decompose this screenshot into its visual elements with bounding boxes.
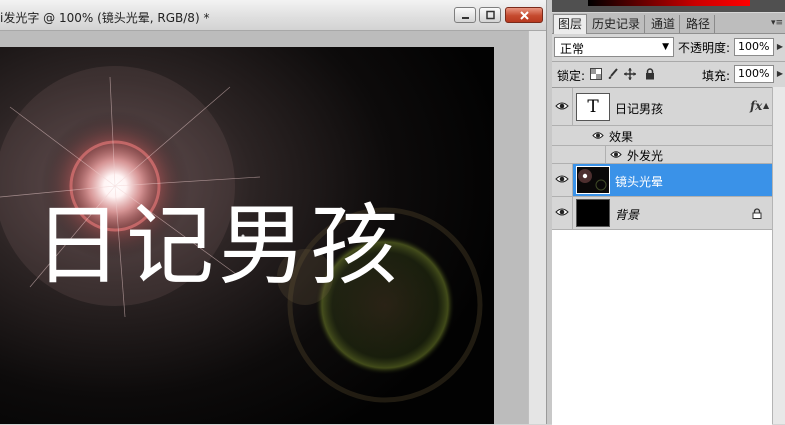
- lock-transparency-icon[interactable]: [590, 68, 602, 80]
- layers-scrollbar[interactable]: [772, 87, 785, 424]
- layers-list: T 日记男孩 fx ▲ 效果 外发光 镜头光晕 背景: [552, 87, 772, 425]
- opacity-slider-arrow-icon[interactable]: ▶: [775, 38, 785, 56]
- tab-history[interactable]: 历史记录: [588, 15, 646, 33]
- expand-effects-icon[interactable]: ▲: [763, 101, 769, 110]
- panel-tabs: 图层 历史记录 通道 路径 ▾≡: [552, 13, 785, 34]
- effect-row-outer-glow[interactable]: 外发光: [552, 146, 772, 164]
- color-ramp[interactable]: [588, 0, 750, 6]
- opacity-input[interactable]: 100%: [734, 38, 774, 56]
- maximize-button[interactable]: [479, 7, 501, 23]
- eye-icon: [555, 175, 569, 183]
- close-button[interactable]: [505, 7, 543, 23]
- blend-mode-select[interactable]: 正常 ▼: [554, 37, 674, 57]
- eye-icon: [555, 208, 569, 216]
- tab-layers[interactable]: 图层: [553, 14, 588, 34]
- lock-row: 锁定: 填充: 100% ▶: [552, 63, 785, 85]
- eye-icon[interactable]: [592, 131, 604, 140]
- chevron-down-icon: ▼: [662, 42, 669, 52]
- layer-thumbnail: [576, 199, 610, 227]
- fill-slider-arrow-icon[interactable]: ▶: [775, 65, 785, 83]
- document-titlebar[interactable]: i发光字 @ 100% (镜头光晕, RGB/8) *: [0, 0, 546, 31]
- opacity-label: 不透明度:: [678, 41, 731, 55]
- layer-name[interactable]: 背景: [615, 206, 639, 223]
- document-scrollbar[interactable]: [528, 31, 547, 424]
- layer-row-lens-flare[interactable]: 镜头光晕: [552, 164, 772, 197]
- tab-channels[interactable]: 通道: [647, 15, 681, 33]
- minimize-icon: [462, 17, 469, 19]
- layer-row-text[interactable]: T 日记男孩 fx ▲: [552, 88, 772, 126]
- blend-row: 正常 ▼ 不透明度: 100% ▶: [552, 36, 785, 58]
- lock-paint-brush-icon[interactable]: [607, 68, 619, 80]
- lock-icon: [752, 208, 762, 219]
- close-icon: [520, 11, 529, 20]
- blend-mode-value: 正常: [560, 42, 585, 56]
- effect-name: 外发光: [627, 149, 664, 163]
- color-panel-strip: [552, 0, 785, 12]
- divider: [552, 61, 785, 62]
- visibility-toggle[interactable]: [552, 164, 573, 196]
- minimize-button[interactable]: [454, 7, 476, 23]
- lock-label: 锁定:: [557, 69, 586, 83]
- visibility-toggle[interactable]: [552, 88, 573, 125]
- layer-thumbnail: [576, 166, 610, 194]
- eye-icon: [555, 102, 569, 110]
- effects-label: 效果: [609, 130, 634, 144]
- canvas-area: 日记男孩: [0, 31, 546, 424]
- document-window: i发光字 @ 100% (镜头光晕, RGB/8) * 日记男孩: [0, 0, 547, 424]
- lock-all-icon[interactable]: [644, 68, 656, 80]
- layer-row-background[interactable]: 背景: [552, 197, 772, 230]
- eye-icon[interactable]: [610, 150, 622, 159]
- document-canvas[interactable]: 日记男孩: [0, 47, 494, 424]
- eye-column: [552, 126, 572, 145]
- divider: [605, 146, 606, 164]
- tab-paths[interactable]: 路径: [682, 15, 716, 33]
- lock-move-icon[interactable]: [624, 68, 636, 80]
- fill-label: 填充:: [702, 69, 731, 83]
- fill-input[interactable]: 100%: [734, 65, 774, 83]
- layer-name[interactable]: 镜头光晕: [615, 173, 663, 190]
- lens-flare-thumbnail: [577, 167, 609, 193]
- maximize-icon: [486, 10, 495, 20]
- visibility-toggle[interactable]: [552, 197, 573, 229]
- panel-menu-icon[interactable]: ▾≡: [771, 18, 783, 28]
- layer-thumbnail: T: [576, 93, 610, 121]
- canvas-text: 日记男孩: [34, 194, 403, 297]
- layer-effects-row[interactable]: 效果: [552, 126, 772, 146]
- fx-icon[interactable]: fx: [750, 99, 762, 113]
- document-title: i发光字 @ 100% (镜头光晕, RGB/8) *: [0, 11, 210, 25]
- layers-panel: 图层 历史记录 通道 路径 ▾≡ 正常 ▼ 不透明度: 100% ▶ 锁定: 填…: [552, 0, 785, 425]
- layer-name[interactable]: 日记男孩: [615, 100, 663, 117]
- eye-column: [552, 146, 572, 163]
